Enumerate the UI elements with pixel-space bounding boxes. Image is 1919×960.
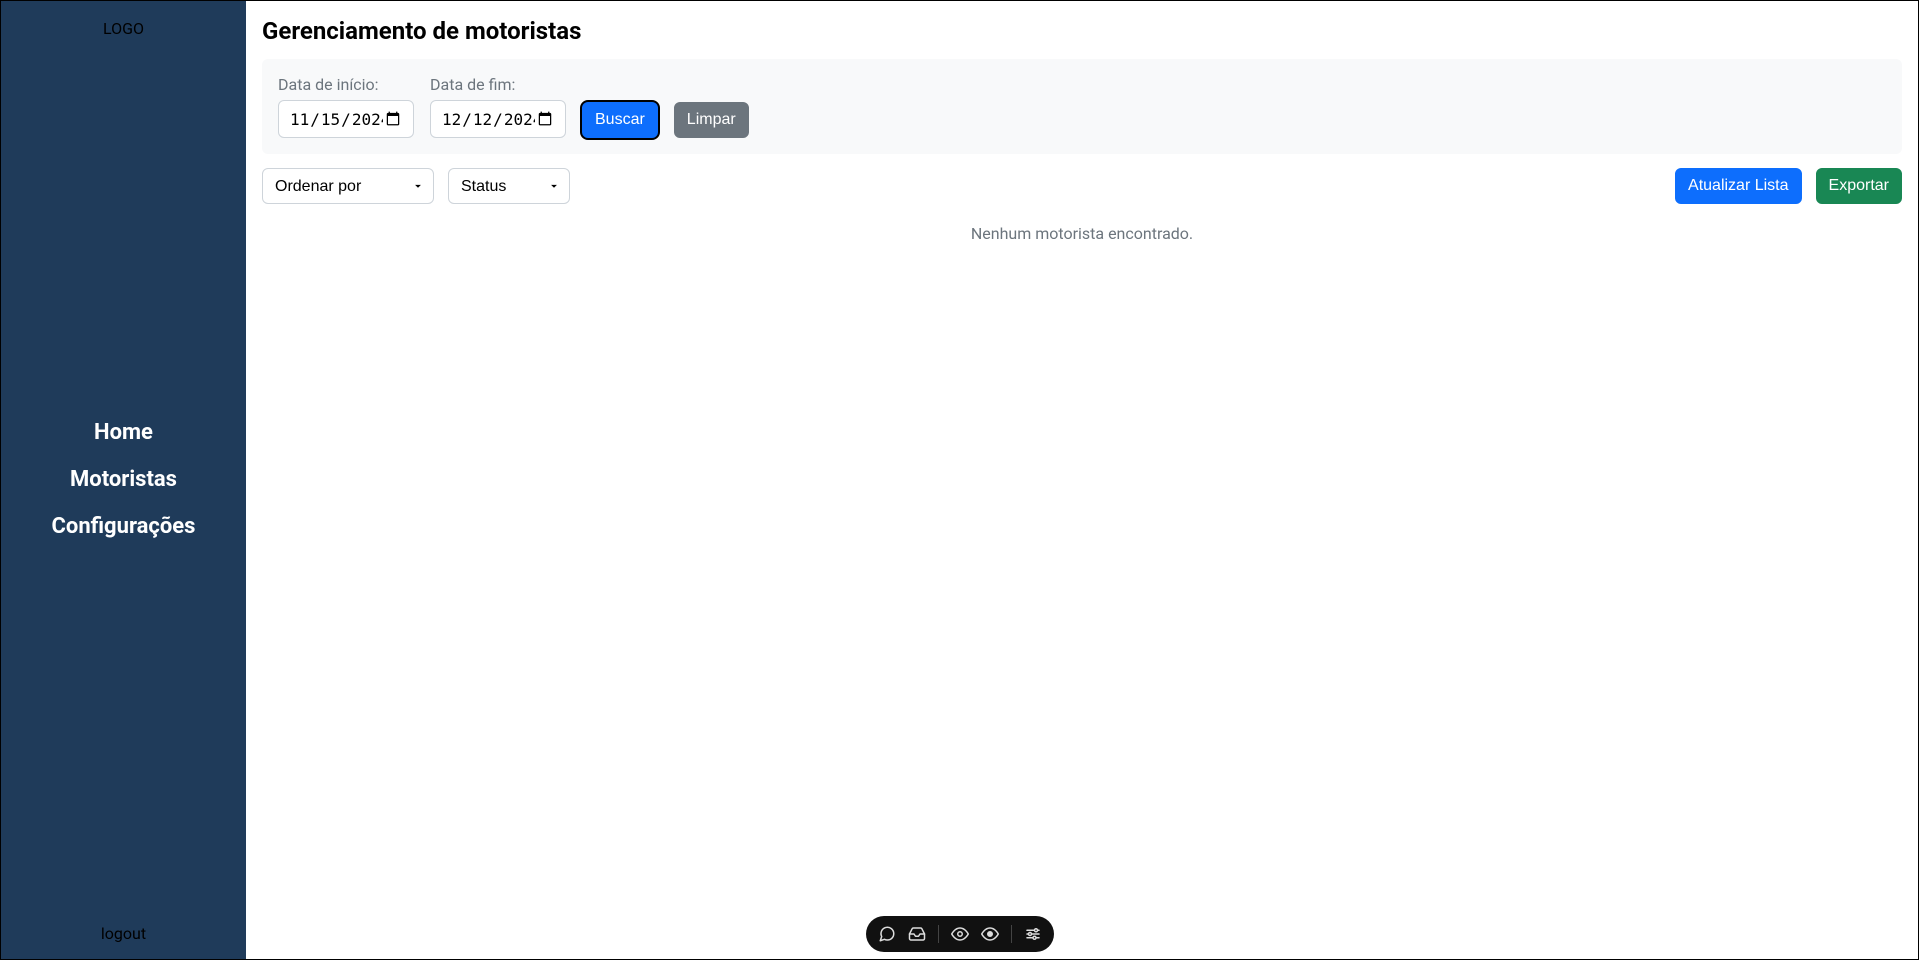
toolbar-divider — [938, 925, 939, 943]
search-button[interactable]: Buscar — [582, 102, 658, 138]
clear-button[interactable]: Limpar — [674, 102, 749, 138]
page-title: Gerenciamento de motoristas — [262, 17, 1902, 45]
order-by-select[interactable]: Ordenar por — [262, 168, 434, 204]
sidebar-logout[interactable]: logout — [1, 908, 246, 959]
eye-outline-icon[interactable] — [949, 923, 971, 945]
end-date-input[interactable] — [430, 100, 566, 138]
sidebar-nav: Home Motoristas Configurações — [1, 50, 246, 908]
filter-panel: Data de início: Data de fim: Buscar Limp… — [262, 59, 1902, 154]
sidebar-logo: LOGO — [1, 1, 246, 50]
empty-state-message: Nenhum motorista encontrado. — [262, 224, 1902, 243]
toolbar-divider-2 — [1011, 925, 1012, 943]
refresh-list-button[interactable]: Atualizar Lista — [1675, 168, 1802, 204]
sidebar: LOGO Home Motoristas Configurações logou… — [1, 1, 246, 959]
dev-toolbar — [866, 916, 1054, 952]
filter-end-date-label: Data de fim: — [430, 75, 566, 94]
filter-end-date: Data de fim: — [430, 75, 566, 138]
filter-start-date: Data de início: — [278, 75, 414, 138]
chat-icon[interactable] — [876, 923, 898, 945]
action-row: Ordenar por Status Atualizar Lista Expor… — [262, 168, 1902, 204]
settings-sliders-icon[interactable] — [1022, 923, 1044, 945]
start-date-input[interactable] — [278, 100, 414, 138]
status-select[interactable]: Status — [448, 168, 570, 204]
inbox-icon[interactable] — [906, 923, 928, 945]
export-button[interactable]: Exportar — [1816, 168, 1902, 204]
eye-icon[interactable] — [979, 923, 1001, 945]
main-content: Gerenciamento de motoristas Data de iníc… — [246, 1, 1918, 959]
sidebar-item-settings[interactable]: Configurações — [52, 512, 196, 541]
sidebar-item-home[interactable]: Home — [94, 418, 153, 447]
sidebar-item-drivers[interactable]: Motoristas — [70, 465, 177, 494]
filter-start-date-label: Data de início: — [278, 75, 414, 94]
